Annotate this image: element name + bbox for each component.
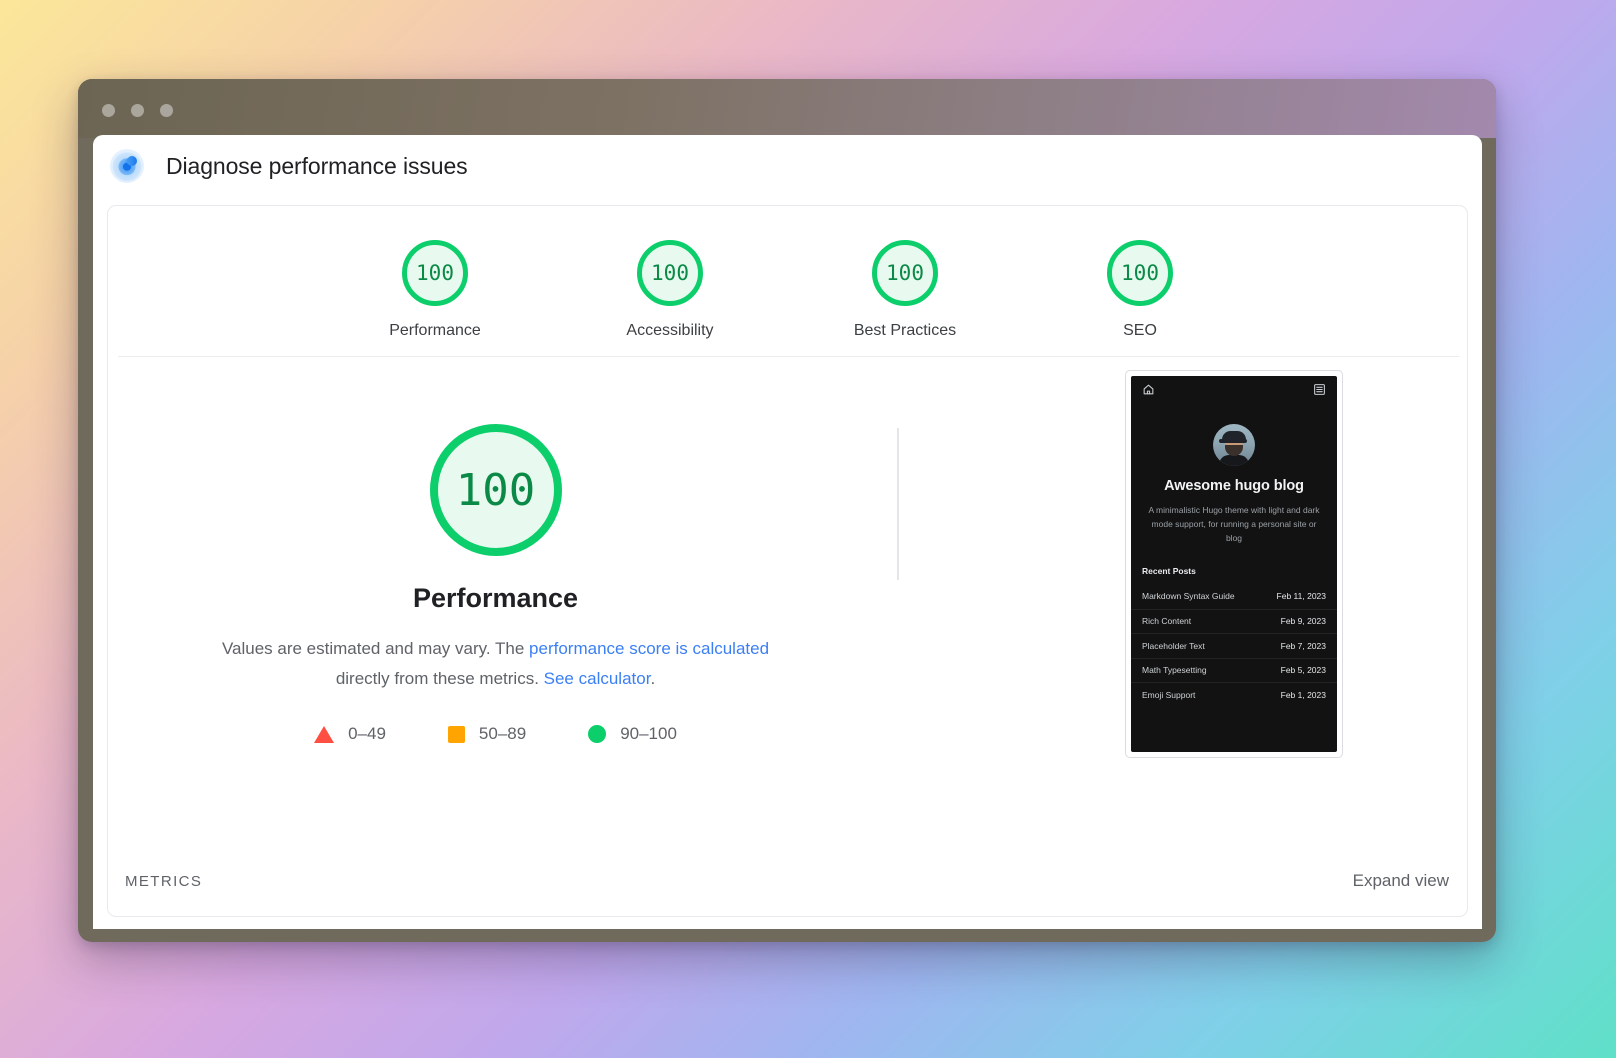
expand-view-button[interactable]: Expand view (1353, 871, 1449, 891)
score-value: 100 (1107, 240, 1173, 306)
preview-blog-title: Awesome hugo blog (1164, 478, 1304, 494)
lighthouse-icon (110, 149, 144, 183)
score-gauges: 100 Performance 100 Accessibility 100 Be… (108, 206, 1467, 340)
score-label: Performance (389, 322, 481, 340)
circle-icon (588, 725, 606, 743)
post-date: Feb 1, 2023 (1281, 690, 1326, 700)
post-title: Markdown Syntax Guide (1142, 591, 1235, 601)
avatar-body (1219, 455, 1249, 466)
lighthouse-report-card: 100 Performance 100 Accessibility 100 Be… (107, 205, 1468, 917)
square-icon (448, 726, 465, 743)
post-date: Feb 11, 2023 (1277, 591, 1326, 601)
post-title: Emoji Support (1142, 690, 1195, 700)
section-divider (118, 356, 1459, 357)
post-date: Feb 5, 2023 (1281, 665, 1326, 675)
score-label: Accessibility (626, 322, 713, 340)
preview-topbar (1131, 376, 1337, 402)
legend-range: 0–49 (348, 724, 386, 744)
disclaimer-text-2: directly from these metrics. (336, 669, 544, 688)
minimize-button[interactable] (131, 104, 144, 117)
score-gauge-best-practices[interactable]: 100 Best Practices (840, 240, 970, 340)
close-button[interactable] (102, 104, 115, 117)
home-icon (1142, 383, 1155, 396)
report-footer: METRICS Expand view (108, 846, 1467, 916)
vertical-divider (897, 428, 899, 580)
preview-blog-subtitle: A minimalistic Hugo theme with light and… (1143, 503, 1325, 545)
list-item[interactable]: Markdown Syntax Guide Feb 11, 2023 (1131, 584, 1337, 609)
disclaimer-text-3: . (650, 669, 655, 688)
performance-heading: Performance (413, 583, 578, 614)
score-gauge-accessibility[interactable]: 100 Accessibility (605, 240, 735, 340)
recent-posts-heading: Recent Posts (1142, 566, 1337, 576)
performance-detail-section: 100 Performance Values are estimated and… (108, 371, 1467, 851)
legend-range: 50–89 (479, 724, 526, 744)
legend-item-pass: 90–100 (588, 724, 677, 744)
post-title: Placeholder Text (1142, 641, 1205, 651)
page-screenshot-preview[interactable]: Awesome hugo blog A minimalistic Hugo th… (1125, 370, 1343, 758)
score-legend: 0–49 50–89 90–100 (314, 724, 677, 744)
score-label: Best Practices (854, 322, 956, 340)
performance-summary: 100 Performance Values are estimated and… (108, 371, 883, 744)
avatar-hat (1222, 431, 1246, 442)
score-value: 100 (402, 240, 468, 306)
avatar (1213, 424, 1255, 466)
post-date: Feb 7, 2023 (1281, 641, 1326, 651)
preview-hero: Awesome hugo blog A minimalistic Hugo th… (1131, 402, 1337, 545)
recent-posts-list: Markdown Syntax Guide Feb 11, 2023 Rich … (1131, 584, 1337, 707)
performance-score-link[interactable]: performance score is calculated (529, 639, 769, 658)
performance-score-value: 100 (430, 424, 562, 556)
triangle-icon (314, 726, 334, 743)
metrics-label: METRICS (125, 873, 202, 890)
maximize-button[interactable] (160, 104, 173, 117)
legend-item-average: 50–89 (448, 724, 526, 744)
page-title: Diagnose performance issues (166, 153, 468, 180)
post-title: Rich Content (1142, 616, 1191, 626)
list-menu-icon[interactable] (1313, 383, 1326, 396)
list-item[interactable]: Placeholder Text Feb 7, 2023 (1131, 633, 1337, 658)
panel-header: Diagnose performance issues (93, 135, 1482, 197)
disclaimer-text-1: Values are estimated and may vary. The (222, 639, 529, 658)
post-title: Math Typesetting (1142, 665, 1207, 675)
score-gauge-seo[interactable]: 100 SEO (1075, 240, 1205, 340)
legend-item-fail: 0–49 (314, 724, 386, 744)
list-item[interactable]: Math Typesetting Feb 5, 2023 (1131, 658, 1337, 683)
preview-viewport: Awesome hugo blog A minimalistic Hugo th… (1131, 376, 1337, 752)
legend-range: 90–100 (620, 724, 677, 744)
traffic-lights (102, 104, 173, 117)
lighthouse-panel: Diagnose performance issues 100 Performa… (93, 135, 1482, 929)
list-item[interactable]: Emoji Support Feb 1, 2023 (1131, 682, 1337, 707)
post-date: Feb 9, 2023 (1281, 616, 1326, 626)
list-item[interactable]: Rich Content Feb 9, 2023 (1131, 609, 1337, 634)
score-gauge-performance[interactable]: 100 Performance (370, 240, 500, 340)
score-value: 100 (872, 240, 938, 306)
browser-window: Diagnose performance issues 100 Performa… (78, 79, 1496, 942)
window-titlebar (78, 79, 1496, 138)
score-label: SEO (1123, 322, 1157, 340)
score-disclaimer: Values are estimated and may vary. The p… (206, 634, 786, 694)
score-value: 100 (637, 240, 703, 306)
see-calculator-link[interactable]: See calculator (544, 669, 651, 688)
